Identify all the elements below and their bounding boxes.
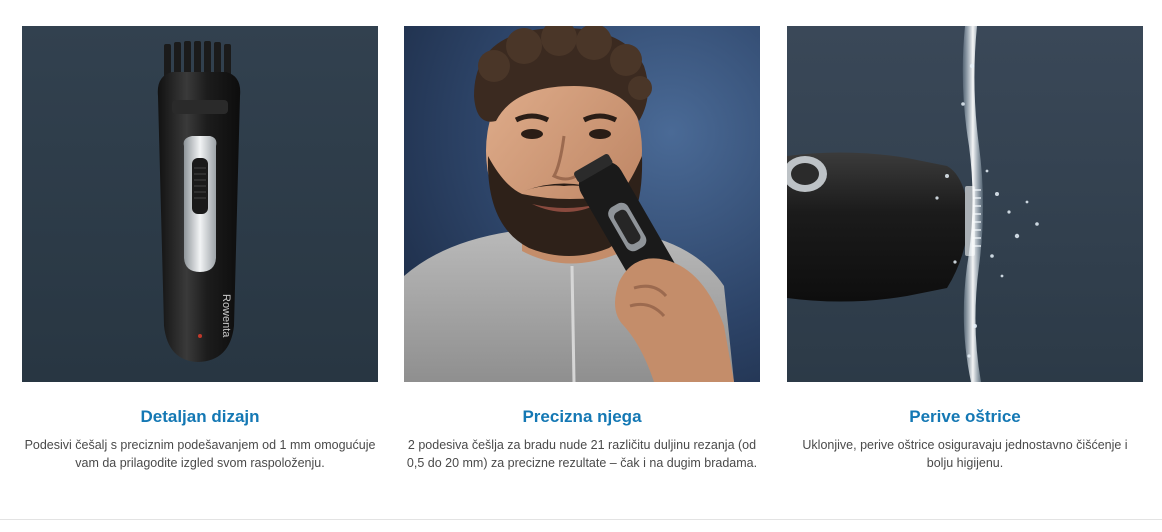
feature-title: Precizna njega [522, 407, 642, 426]
feature-description: Podesivi češalj s preciznim podešavanjem… [24, 438, 376, 470]
brand-logo-text: Rowenta [220, 294, 232, 338]
feature-title: Perive oštrice [909, 407, 1021, 426]
trimmer-illustration: Rowenta [22, 26, 378, 382]
feature-card-design: Rowenta Detaljan dizajn Podesivi češalj … [22, 26, 378, 472]
trimmer-product-image: Rowenta [22, 26, 378, 382]
section-divider [0, 519, 1162, 520]
washable-blades-image [787, 26, 1143, 382]
feature-card-washable: Perive oštrice Uklonjive, perive oštrice… [787, 26, 1143, 472]
feature-card-precision: Precizna njega 2 podesiva češlja za brad… [404, 26, 760, 472]
features-section: Rowenta Detaljan dizajn Podesivi češalj … [0, 0, 1162, 532]
man-trimming-illustration [404, 26, 760, 382]
water-splash-illustration [787, 26, 1143, 382]
feature-title: Detaljan dizajn [140, 407, 260, 426]
feature-description: Uklonjive, perive oštrice osiguravaju je… [802, 438, 1128, 470]
beard-trimming-image [404, 26, 760, 382]
feature-description: 2 podesiva češlja za bradu nude 21 razli… [406, 438, 758, 470]
